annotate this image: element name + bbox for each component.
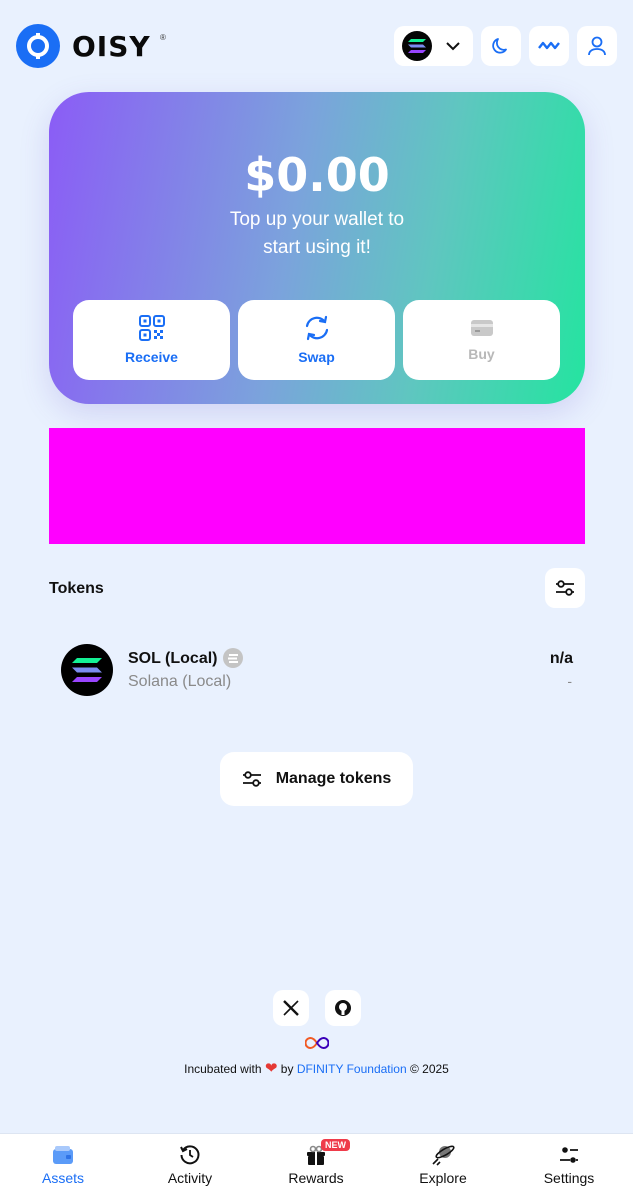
sliders-icon [242,771,261,787]
network-selector[interactable] [394,26,473,66]
swap-icon [305,315,328,341]
nav-rewards[interactable]: NEW Rewards [253,1134,379,1194]
receive-button[interactable]: Receive [73,300,230,380]
token-name: SOL (Local) [128,650,218,667]
receive-label: Receive [125,349,178,365]
theme-toggle-button[interactable] [481,26,521,66]
sliders-icon [560,1147,578,1163]
token-filter-button[interactable] [545,568,585,608]
heart-icon: ❤ [264,1060,278,1077]
card-icon [470,320,493,336]
nav-settings[interactable]: Settings [506,1134,632,1194]
promo-banner-placeholder [49,428,585,544]
qr-code-icon [138,315,165,341]
github-link[interactable] [325,990,361,1026]
wave-button[interactable] [529,26,569,66]
internet-computer-icon [304,1036,330,1054]
token-network: Solana (Local) [128,673,232,690]
token-usd-value: - [567,673,572,689]
profile-button[interactable] [577,26,617,66]
oisy-logo-icon[interactable] [16,24,60,68]
swap-label: Swap [298,349,335,365]
wallet-icon [53,1146,73,1164]
token-row[interactable]: SOL (Local) Solana (Local) n/a - [61,644,573,696]
user-icon [588,36,606,56]
wave-icon [538,41,560,50]
x-twitter-link[interactable] [273,990,309,1026]
manage-tokens-button[interactable]: Manage tokens [220,752,413,806]
nav-explore[interactable]: Explore [380,1134,506,1194]
tokens-heading: Tokens [49,580,104,597]
x-logo-icon [283,1000,299,1016]
manage-tokens-label: Manage tokens [275,770,392,787]
swap-button[interactable]: Swap [238,300,395,380]
bottom-navigation: Assets Activity NEW Rewards Explore Sett… [0,1133,633,1194]
network-badge-icon [223,648,243,668]
moon-icon [492,38,507,54]
buy-button[interactable]: Buy [403,300,560,380]
buy-label: Buy [468,346,495,362]
token-balance: n/a [549,650,573,667]
nav-assets[interactable]: Assets [0,1134,126,1194]
chevron-down-icon [446,41,460,50]
planet-icon [432,1145,455,1166]
history-icon [180,1145,200,1165]
new-badge: NEW [321,1139,350,1151]
dfinity-link[interactable]: DFINITY Foundation [297,1062,407,1076]
solana-icon [402,31,432,61]
header: OISY ® [0,0,633,92]
total-balance: $0.00 [244,148,390,202]
nav-activity[interactable]: Activity [127,1134,253,1194]
logo-text: OISY [72,30,151,63]
incubated-credit: Incubated with ❤ by DFINITY Foundation ©… [184,1060,449,1077]
solana-token-icon [61,644,113,696]
topup-message: Top up your wallet to start using it! [229,209,405,258]
balance-card: $0.00 Top up your wallet to start using … [49,92,585,404]
sliders-icon [556,580,574,596]
github-icon [335,1000,351,1016]
registered-mark: ® [160,33,166,42]
